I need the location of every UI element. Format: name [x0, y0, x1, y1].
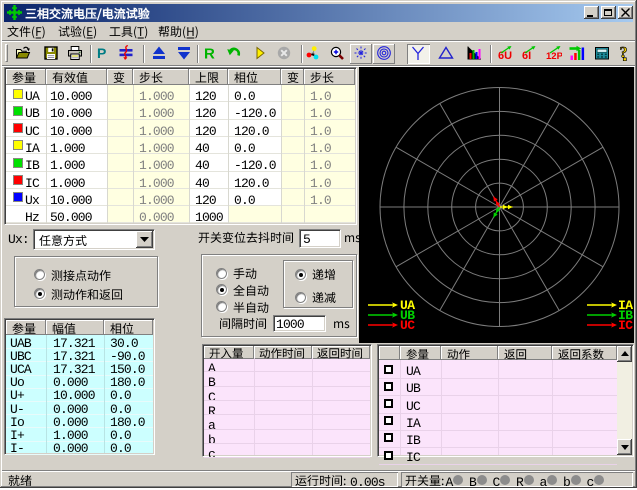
svg-text:P: P	[97, 45, 106, 61]
svg-text:R: R	[204, 45, 215, 61]
svg-text:12P: 12P	[546, 51, 562, 61]
svg-text:6U: 6U	[498, 50, 512, 61]
